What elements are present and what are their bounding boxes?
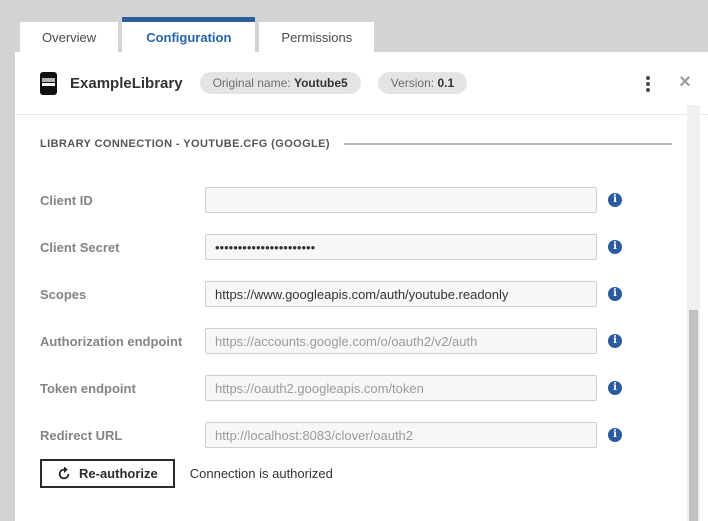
original-name-badge: Original name: Youtube5 (199, 72, 361, 94)
library-title: ExampleLibrary (70, 74, 183, 92)
section-title: LIBRARY CONNECTION - YOUTUBE.CFG (GOOGLE… (40, 138, 330, 150)
panel-header: ExampleLibrary Original name: Youtube5 V… (15, 52, 708, 115)
reauthorize-button-label: Re-authorize (79, 466, 158, 481)
library-book-icon (40, 71, 57, 95)
field-row-token-endpoint: Token endpoint i (40, 375, 622, 401)
token-endpoint-input[interactable] (205, 375, 597, 401)
scrollbar-thumb[interactable] (689, 310, 698, 521)
vertical-scrollbar[interactable] (687, 105, 700, 521)
client-id-input[interactable] (205, 187, 597, 213)
section-divider (343, 143, 672, 145)
version-badge: Version: 0.1 (377, 72, 468, 94)
kebab-menu-icon[interactable] (640, 74, 656, 94)
connection-status-text: Connection is authorized (189, 466, 333, 481)
info-icon[interactable]: i (608, 240, 622, 254)
field-row-scopes: Scopes i (40, 281, 622, 307)
info-icon[interactable]: i (608, 193, 622, 207)
info-icon[interactable]: i (608, 287, 622, 301)
reauthorize-button[interactable]: Re-authorize (40, 459, 175, 488)
authorization-endpoint-input[interactable] (205, 328, 597, 354)
info-icon[interactable]: i (608, 381, 622, 395)
redirect-url-input[interactable] (205, 422, 597, 448)
field-row-redirect-url: Redirect URL i (40, 422, 622, 448)
redirect-url-label: Redirect URL (40, 427, 123, 443)
original-name-value: Youtube5 (293, 76, 348, 90)
refresh-icon (57, 466, 71, 481)
client-id-label: Client ID (40, 192, 93, 208)
info-icon[interactable]: i (608, 428, 622, 442)
tab-bar: Overview Configuration Permissions (20, 17, 375, 52)
client-secret-input[interactable] (205, 234, 597, 260)
field-row-client-id: Client ID i (40, 187, 622, 213)
scopes-input[interactable] (205, 281, 597, 307)
field-row-authorization-endpoint: Authorization endpoint i (40, 328, 622, 354)
section-header: LIBRARY CONNECTION - YOUTUBE.CFG (GOOGLE… (40, 138, 672, 150)
field-row-client-secret: Client Secret i (40, 234, 622, 260)
configuration-panel: ExampleLibrary Original name: Youtube5 V… (15, 52, 708, 521)
scopes-label: Scopes (40, 286, 87, 302)
tab-configuration[interactable]: Configuration (122, 17, 256, 52)
close-icon[interactable]: × (675, 72, 695, 92)
tab-permissions[interactable]: Permissions (259, 22, 375, 52)
client-secret-label: Client Secret (40, 239, 120, 255)
connection-form: Client ID i Client Secret i Scopes i Aut… (40, 187, 622, 469)
original-name-label: Original name: (212, 76, 291, 90)
tab-overview[interactable]: Overview (20, 22, 119, 52)
authorization-endpoint-label: Authorization endpoint (40, 333, 183, 349)
version-value: 0.1 (437, 76, 455, 90)
info-icon[interactable]: i (608, 334, 622, 348)
version-label: Version: (390, 76, 435, 90)
footer-row: Re-authorize Connection is authorized (40, 459, 333, 488)
token-endpoint-label: Token endpoint (40, 380, 136, 396)
